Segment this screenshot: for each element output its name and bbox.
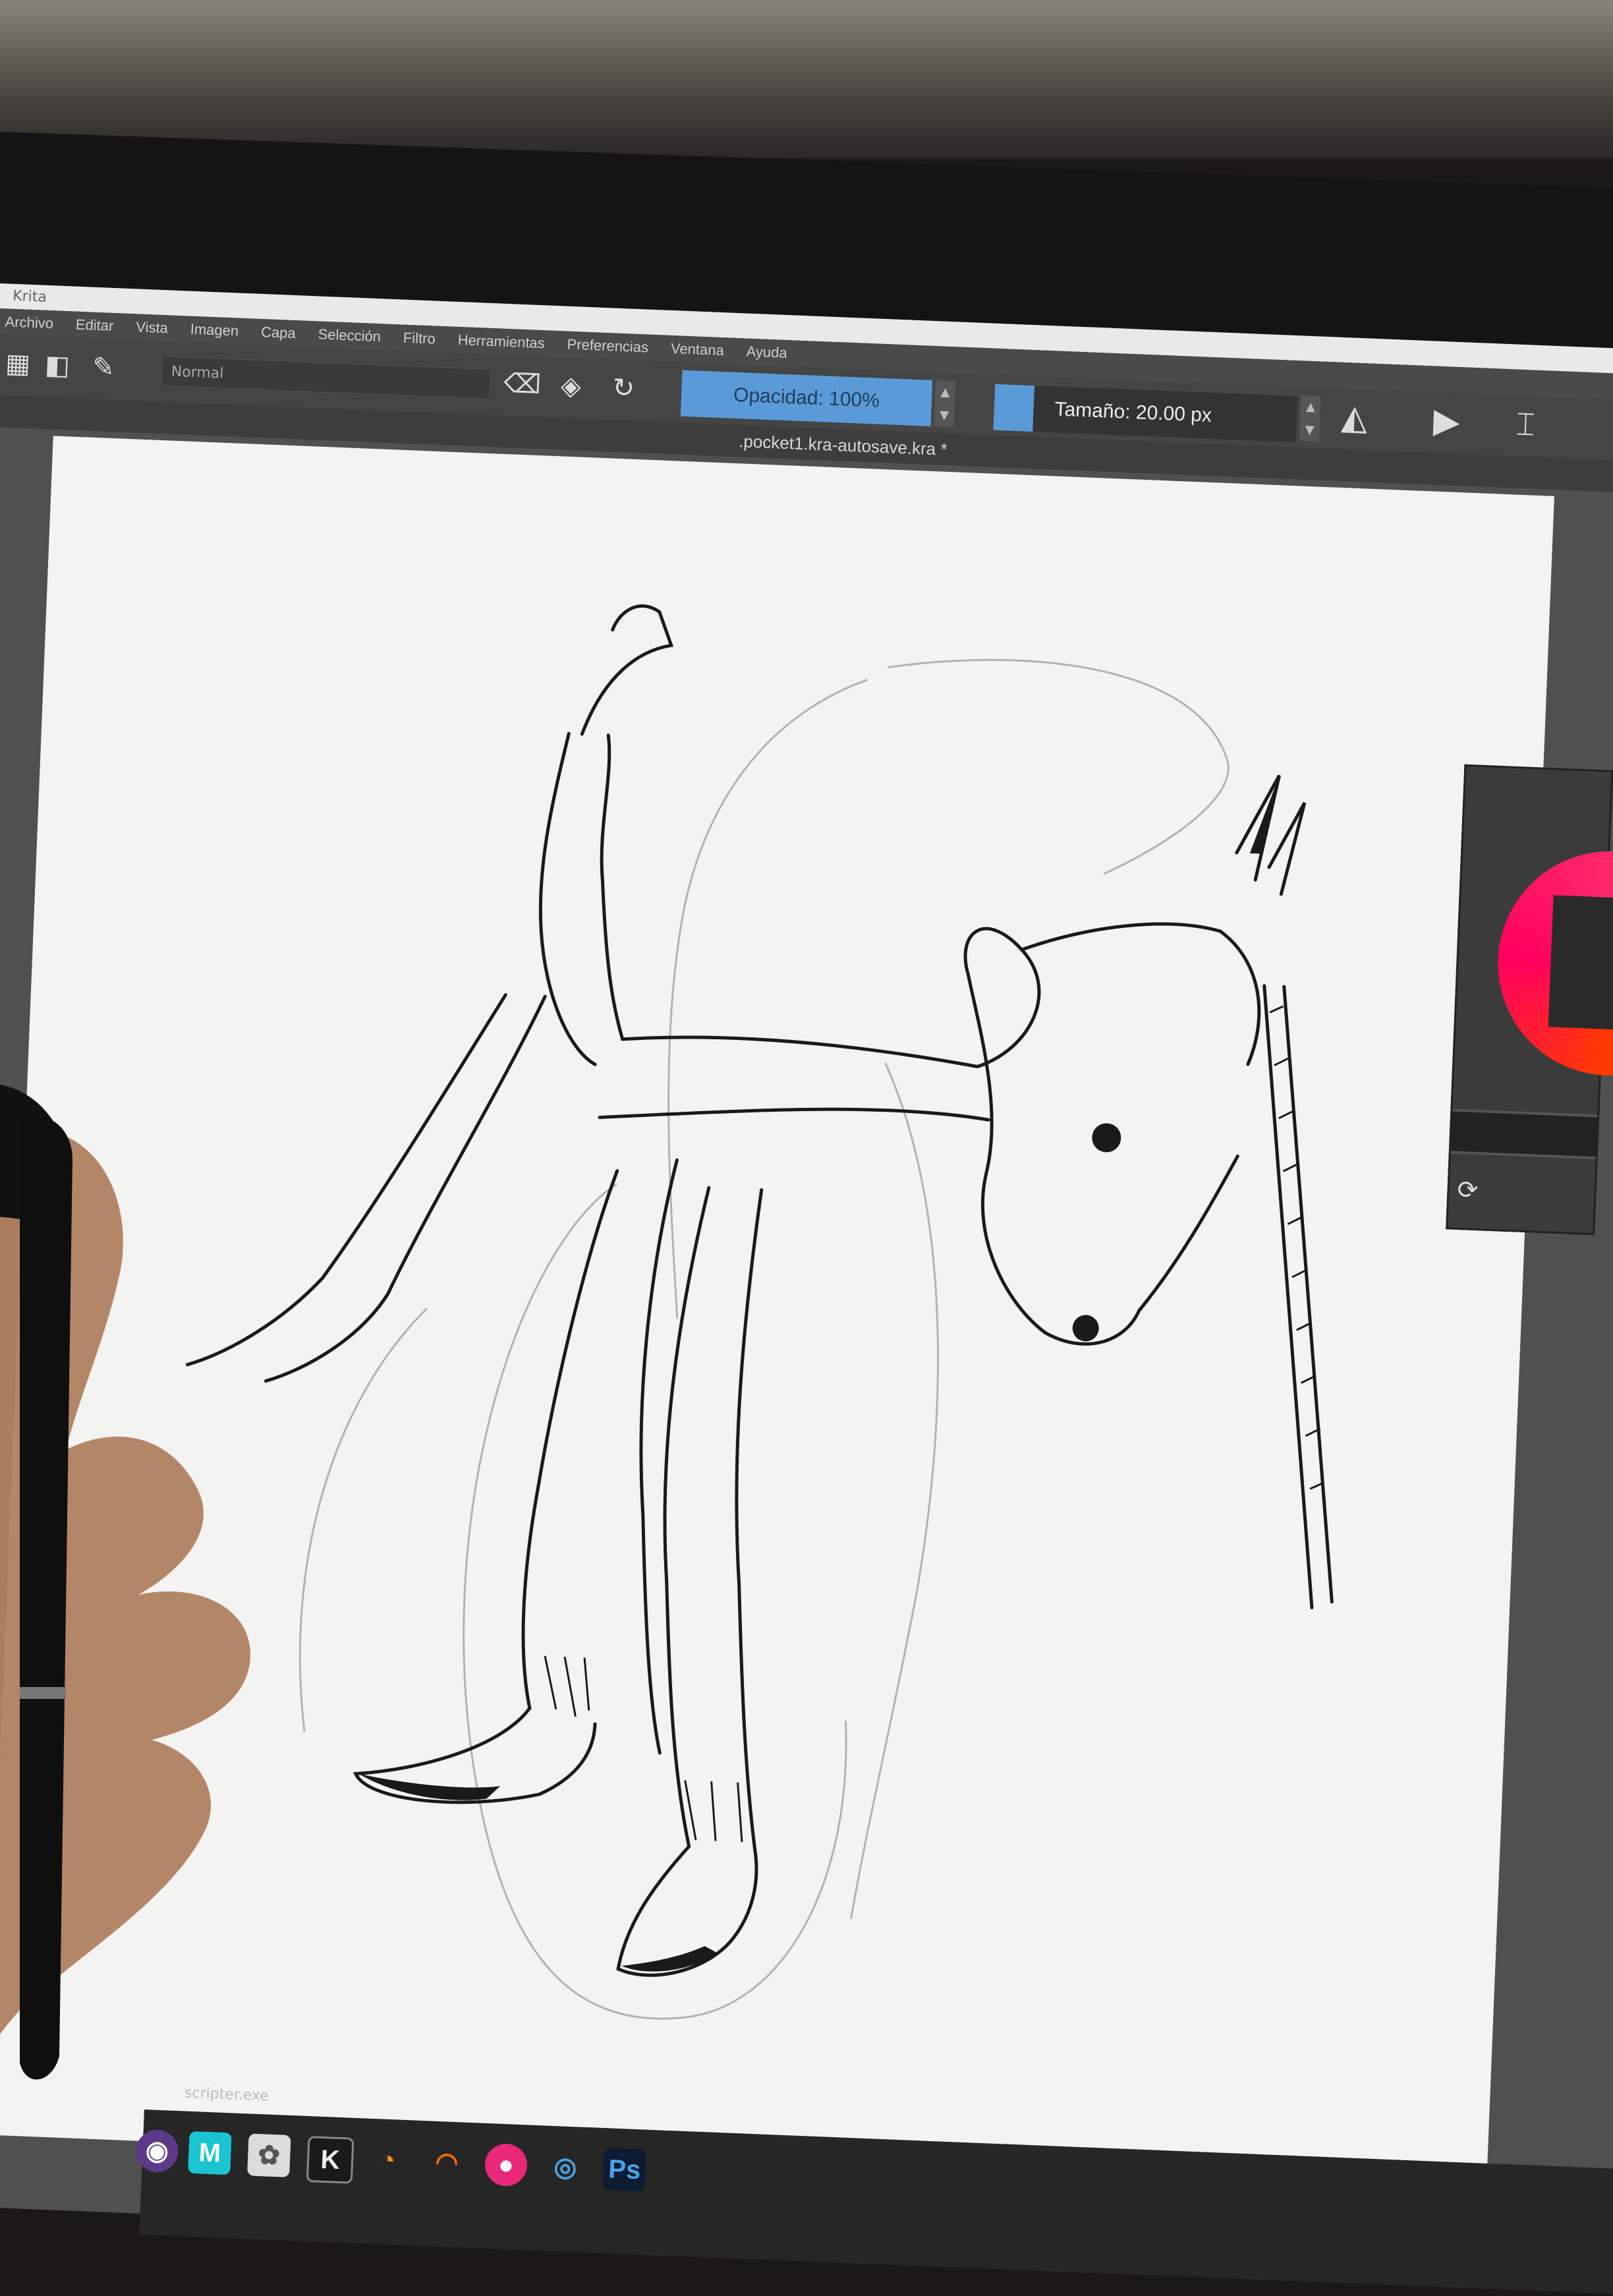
color-history-strip[interactable] [1450, 1108, 1598, 1160]
opacity-slider[interactable]: Opacidad: 100% [680, 370, 933, 426]
mirror-horizontal-icon[interactable]: ◭ [1339, 397, 1369, 438]
color-triangle-area[interactable] [1548, 895, 1613, 1031]
menu-ventana[interactable]: Ventana [671, 340, 725, 359]
menu-capa[interactable]: Capa [261, 324, 297, 342]
size-spinner[interactable]: ▲ ▼ [1299, 395, 1321, 442]
reload-preset-icon[interactable]: ↻ [608, 371, 638, 405]
chevron-up-icon[interactable]: ▲ [940, 385, 950, 399]
mirror-vertical-icon[interactable]: ▶ [1431, 401, 1461, 442]
blend-mode-select[interactable]: Normal [160, 355, 492, 399]
chevron-down-icon[interactable]: ▼ [1305, 423, 1315, 438]
menu-editar[interactable]: Editar [75, 316, 113, 335]
ubisoft-icon[interactable]: ◠ [425, 2140, 469, 2185]
menu-filtro[interactable]: Filtro [403, 330, 436, 348]
background-room [0, 0, 1613, 158]
pattern-icon[interactable]: ◧ [42, 349, 72, 383]
eraser-icon[interactable]: ⌫ [503, 367, 542, 401]
size-slider[interactable]: Tamaño: 20.00 px [993, 384, 1298, 443]
chevron-down-icon[interactable]: ▼ [940, 408, 949, 422]
advanced-color-selector-docker: ⟳ [1446, 764, 1613, 1236]
preserve-alpha-icon[interactable]: ◈ [555, 369, 586, 403]
menu-herramientas[interactable]: Herramientas [457, 331, 545, 352]
gradient-icon[interactable]: ▦ [3, 347, 33, 381]
hand-with-stylus [0, 1084, 250, 2080]
menu-archivo[interactable]: Archivo [5, 313, 53, 332]
opacity-spinner[interactable]: ▲ ▼ [934, 380, 956, 428]
chevron-up-icon[interactable]: ▲ [1306, 400, 1316, 415]
wrap-around-icon[interactable]: ⌶ [1510, 406, 1541, 444]
menu-vista[interactable]: Vista [136, 318, 168, 337]
menu-seleccion[interactable]: Selección [318, 326, 381, 345]
osu-icon[interactable]: ● [484, 2142, 528, 2187]
menu-preferencias[interactable]: Preferencias [567, 336, 648, 357]
menu-ayuda[interactable]: Ayuda [746, 343, 787, 362]
refresh-icon[interactable]: ⟳ [1457, 1175, 1488, 1207]
window-title: Krita [12, 287, 47, 306]
photoshop-icon[interactable]: Ps [602, 2148, 647, 2192]
steam-icon[interactable]: ◎ [544, 2145, 588, 2189]
menu-imagen[interactable]: Imagen [190, 321, 239, 340]
brush-preset-icon[interactable]: ✎ [88, 351, 119, 385]
